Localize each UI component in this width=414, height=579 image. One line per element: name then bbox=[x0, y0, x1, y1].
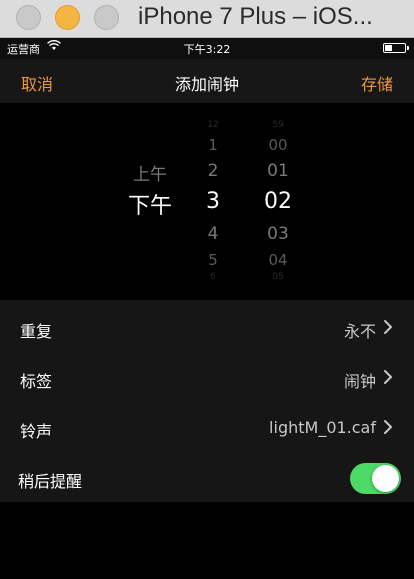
status-bar: 运营商 下午3:22 bbox=[0, 38, 414, 59]
empty-area bbox=[0, 502, 414, 579]
picker-item[interactable]: 6 bbox=[190, 272, 236, 282]
chevron-right-icon bbox=[384, 420, 392, 434]
repeat-value: 永不 bbox=[343, 322, 376, 341]
repeat-row[interactable]: 重复 永不 bbox=[0, 302, 414, 352]
page-title: 添加闹钟 bbox=[174, 75, 239, 94]
picker-item[interactable]: 03 bbox=[254, 224, 302, 244]
chevron-right-icon bbox=[384, 320, 392, 334]
label-label: 标签 bbox=[20, 372, 53, 391]
window-titlebar: iPhone 7 Plus – iOS... bbox=[0, 0, 414, 38]
picker-item[interactable]: 1 bbox=[190, 136, 236, 154]
save-button[interactable]: 存储 bbox=[361, 71, 393, 95]
picker-item[interactable]: 5 bbox=[190, 251, 236, 269]
picker-item[interactable]: 59 bbox=[254, 120, 302, 130]
picker-item[interactable]: 上午 bbox=[115, 160, 185, 185]
sound-row[interactable]: 铃声 lightM_01.caf bbox=[0, 402, 414, 452]
snooze-toggle[interactable] bbox=[350, 463, 401, 494]
picker-item[interactable]: 12 bbox=[190, 120, 236, 130]
nav-bar: 取消 添加闹钟 存储 bbox=[0, 59, 414, 103]
snooze-row: 稍后提醒 bbox=[0, 452, 414, 502]
picker-item[interactable]: 04 bbox=[254, 251, 302, 269]
label-value: 闹钟 bbox=[343, 372, 376, 391]
label-row[interactable]: 标签 闹钟 bbox=[0, 352, 414, 402]
toggle-knob bbox=[372, 465, 399, 492]
alarm-settings-list: 重复 永不 标签 闹钟 铃声 lightM_01.caf 稍后提醒 bbox=[0, 300, 414, 502]
status-time: 下午3:22 bbox=[183, 43, 231, 56]
window-minimize-button[interactable] bbox=[55, 5, 80, 30]
picker-item[interactable]: 00 bbox=[254, 136, 302, 154]
picker-item[interactable]: 2 bbox=[190, 161, 236, 181]
picker-item[interactable]: 4 bbox=[190, 224, 236, 244]
picker-item[interactable]: 05 bbox=[254, 272, 302, 282]
snooze-label: 稍后提醒 bbox=[18, 472, 83, 491]
picker-selected-ampm[interactable]: 下午 bbox=[115, 188, 185, 220]
picker-selected-hour[interactable]: 3 bbox=[190, 189, 236, 214]
chevron-right-icon bbox=[384, 370, 392, 384]
picker-selected-minute[interactable]: 02 bbox=[254, 189, 302, 214]
battery-icon bbox=[383, 43, 409, 53]
window-zoom-button[interactable] bbox=[94, 5, 119, 30]
sound-label: 铃声 bbox=[20, 422, 53, 441]
sound-value: lightM_01.caf bbox=[269, 418, 376, 437]
window-title: iPhone 7 Plus – iOS... bbox=[138, 3, 373, 30]
time-picker[interactable]: 上午 下午 12 1 2 3 4 5 6 59 00 01 02 03 04 0… bbox=[0, 103, 414, 300]
repeat-label: 重复 bbox=[20, 322, 53, 341]
window-close-button[interactable] bbox=[16, 5, 41, 30]
picker-item[interactable]: 01 bbox=[254, 161, 302, 181]
